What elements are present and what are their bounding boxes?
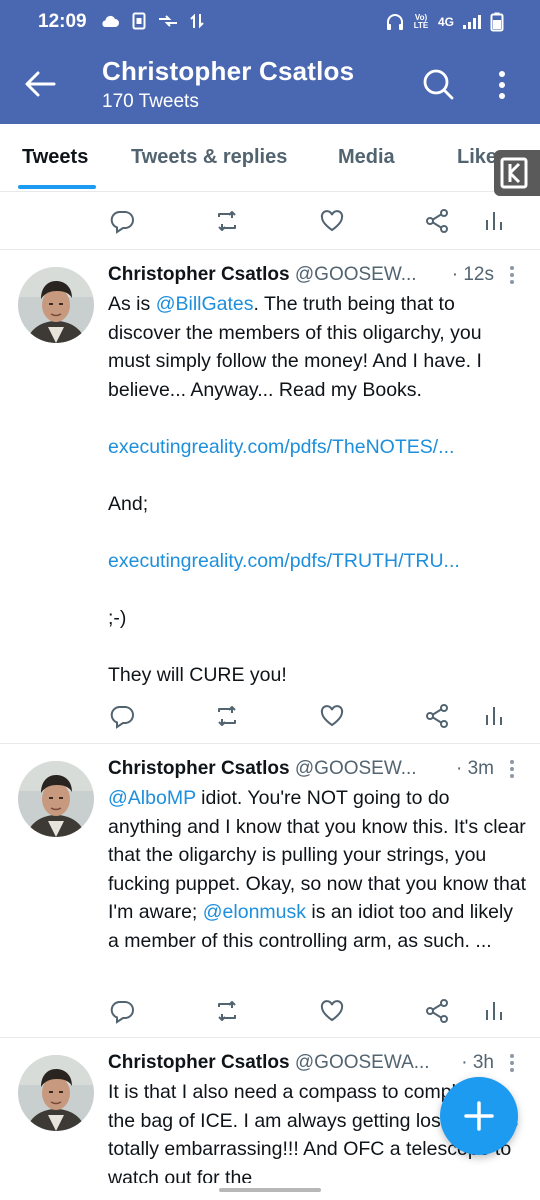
text-segment: ;-)	[108, 606, 127, 629]
kde-connect-overlay-icon[interactable]	[494, 150, 540, 196]
author-name[interactable]: Christopher Csatlos	[108, 264, 290, 285]
tweet-actions	[0, 695, 540, 735]
compose-tweet-button[interactable]	[440, 1077, 518, 1155]
reply-icon[interactable]	[109, 998, 135, 1024]
tweet-more-icon[interactable]	[506, 759, 518, 779]
tweet-text: @AlboMP idiot. You're NOT going to do an…	[108, 784, 528, 955]
tweet-timestamp[interactable]: · 3h	[461, 1052, 494, 1074]
like-icon[interactable]	[319, 703, 345, 729]
text-segment: They will CURE you!	[108, 663, 287, 686]
avatar[interactable]	[18, 1055, 94, 1131]
tweet-text: As is @BillGates. The truth being that t…	[108, 290, 528, 689]
text-segment: As is	[108, 293, 156, 315]
tab-tweets-and-replies[interactable]: Tweets & replies	[131, 146, 287, 169]
data-transfer-icon	[159, 15, 177, 27]
mention-link[interactable]: @BillGates	[156, 293, 254, 315]
retweet-icon[interactable]	[214, 703, 240, 729]
like-icon[interactable]	[319, 998, 345, 1024]
plus-icon	[464, 1101, 494, 1131]
mention-link[interactable]: @elonmusk	[203, 901, 306, 923]
share-icon[interactable]	[424, 998, 450, 1024]
analytics-icon[interactable]	[481, 703, 507, 729]
text-segment: And;	[108, 492, 149, 515]
tab-media[interactable]: Media	[338, 146, 395, 169]
retweet-icon[interactable]	[214, 208, 240, 234]
profile-name: Christopher Csatlos	[102, 56, 355, 86]
status-bar: 12:09 Vo) LTE 4G	[0, 0, 540, 44]
battery-icon	[490, 12, 504, 32]
active-tab-indicator	[18, 185, 96, 189]
more-options-icon[interactable]	[492, 69, 512, 101]
share-icon[interactable]	[424, 703, 450, 729]
status-time: 12:09	[38, 11, 87, 32]
headphones-icon	[386, 14, 403, 30]
signal-icon	[463, 15, 481, 29]
profile-tabs: Tweets Tweets & replies Media Likes	[0, 124, 540, 192]
author-handle[interactable]: @GOOSEW...	[295, 264, 417, 285]
divider	[0, 249, 540, 250]
mention-link[interactable]: @AlboMP	[108, 787, 196, 809]
tweet-timestamp[interactable]: · 3m	[456, 758, 494, 780]
author-name[interactable]: Christopher Csatlos	[108, 1052, 290, 1073]
tweet-timestamp[interactable]: · 12s	[452, 264, 494, 286]
url-link[interactable]: executingreality.com/pdfs/TheNOTES/...	[108, 436, 454, 458]
avatar[interactable]	[18, 761, 94, 837]
divider	[0, 743, 540, 744]
search-icon[interactable]	[421, 67, 455, 101]
analytics-icon[interactable]	[481, 208, 507, 234]
tweet-more-icon[interactable]	[506, 1053, 518, 1073]
tweet-count: 170 Tweets	[102, 91, 199, 112]
tweet-more-icon[interactable]	[506, 265, 518, 285]
sync-arrows-icon	[190, 13, 204, 29]
reply-icon[interactable]	[109, 208, 135, 234]
like-icon[interactable]	[319, 208, 345, 234]
back-arrow-icon[interactable]	[24, 70, 56, 98]
sim-icon	[132, 12, 146, 30]
retweet-icon[interactable]	[214, 998, 240, 1024]
volte-label: Vo) LTE	[413, 13, 429, 30]
avatar[interactable]	[18, 267, 94, 343]
tweet-actions	[0, 990, 540, 1030]
cloud-icon	[102, 15, 119, 27]
share-icon[interactable]	[424, 208, 450, 234]
reply-icon[interactable]	[109, 703, 135, 729]
tweet-actions	[0, 200, 540, 240]
analytics-icon[interactable]	[481, 998, 507, 1024]
tab-tweets[interactable]: Tweets	[22, 146, 88, 169]
profile-header: Christopher Csatlos 170 Tweets	[0, 44, 540, 124]
author-handle[interactable]: @GOOSEW...	[295, 758, 417, 779]
url-link[interactable]: executingreality.com/pdfs/TRUTH/TRU...	[108, 550, 460, 572]
gesture-nav-bar[interactable]	[219, 1188, 321, 1192]
author-name[interactable]: Christopher Csatlos	[108, 758, 290, 779]
author-handle[interactable]: @GOOSEWA...	[295, 1052, 430, 1073]
network-label: 4G	[437, 15, 454, 29]
